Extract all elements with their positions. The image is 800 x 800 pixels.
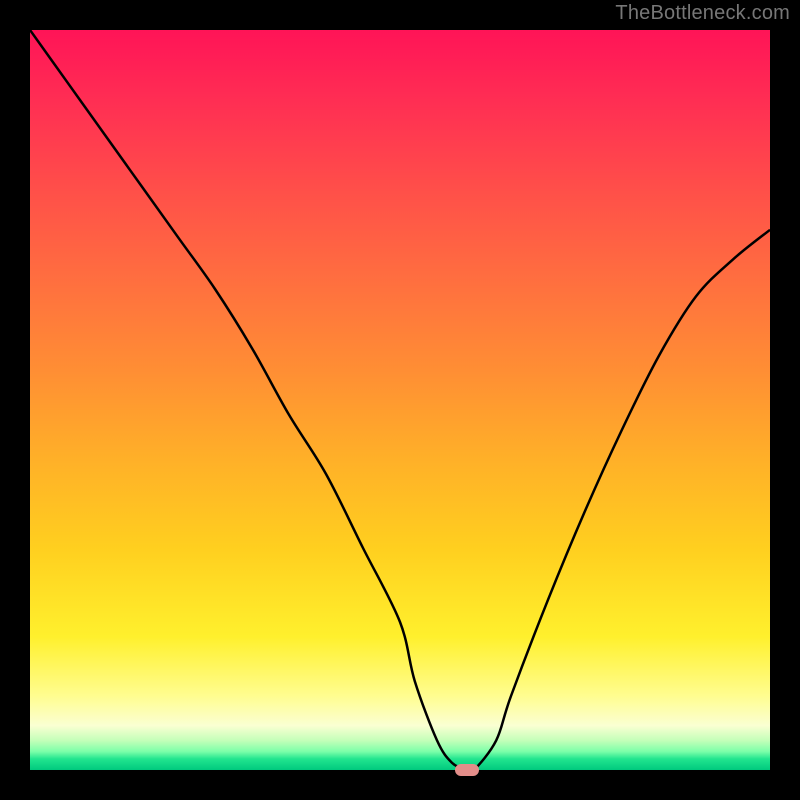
optimal-point-marker: [455, 764, 479, 776]
watermark-text: TheBottleneck.com: [615, 2, 790, 25]
chart-container: TheBottleneck.com: [0, 0, 800, 800]
plot-area: [30, 30, 770, 770]
bottleneck-curve: [30, 30, 770, 770]
